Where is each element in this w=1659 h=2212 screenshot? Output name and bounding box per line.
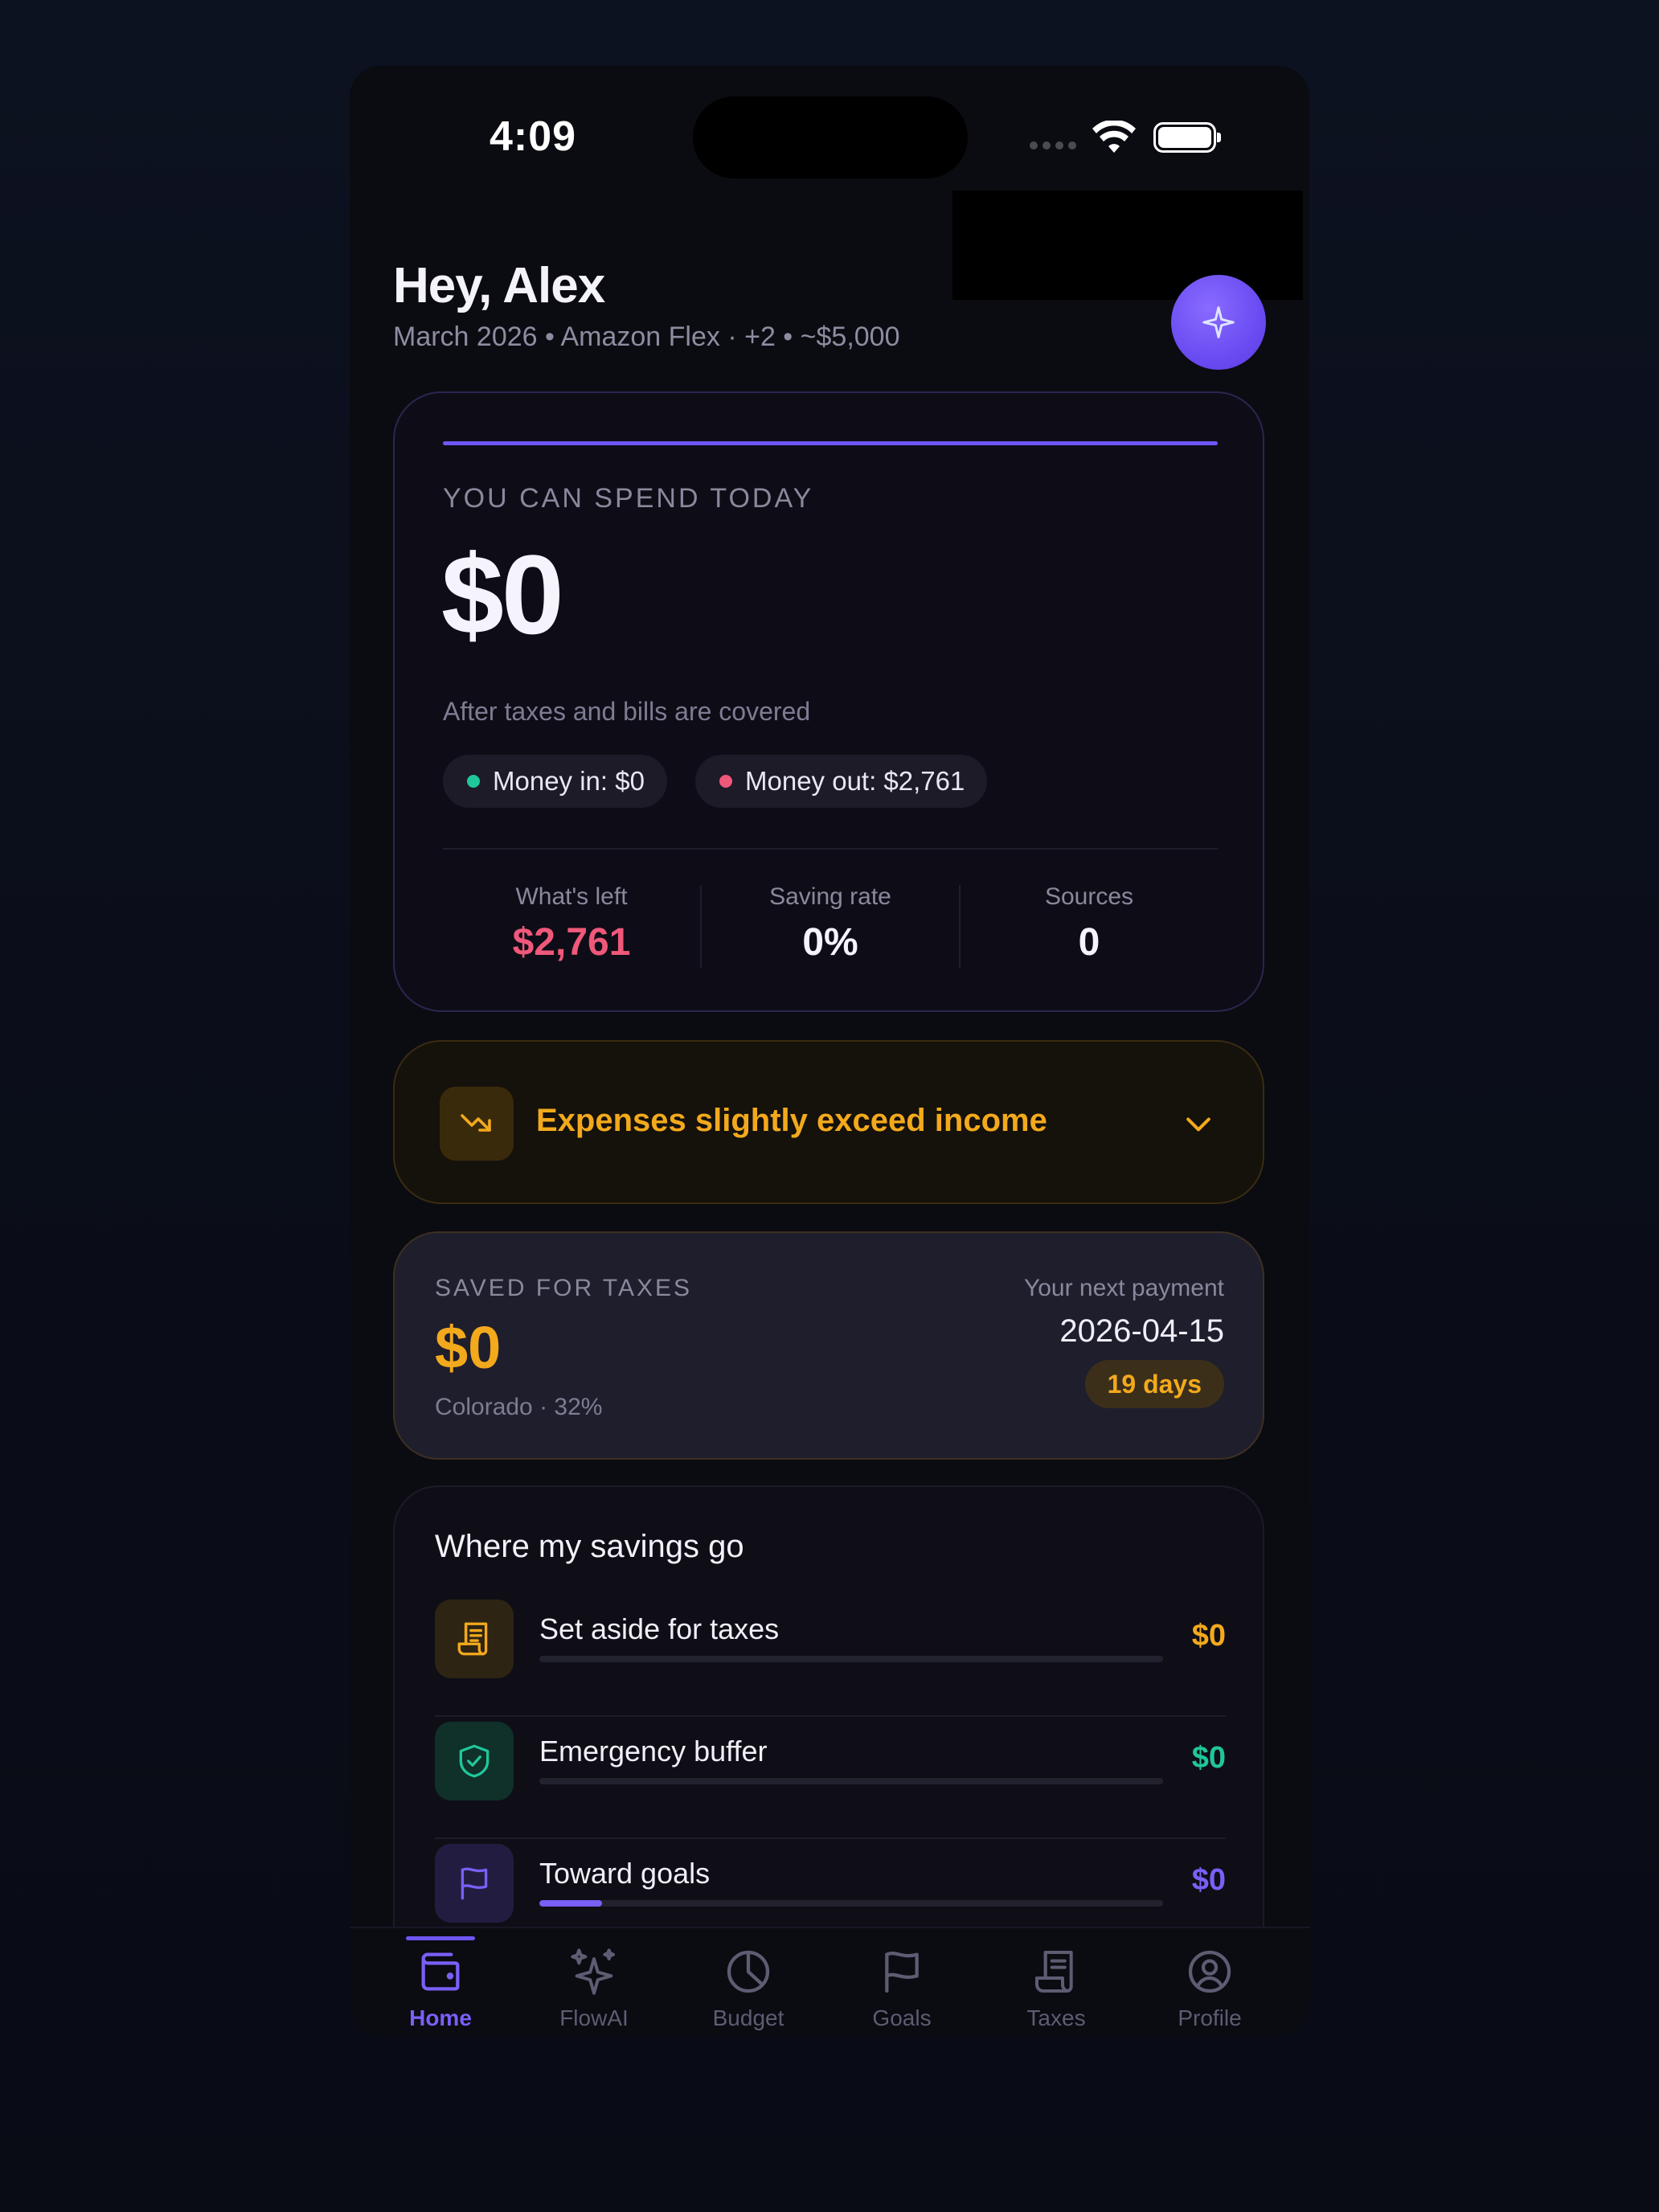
stat-value: $2,761 bbox=[512, 921, 631, 964]
user-circle-icon bbox=[1153, 1943, 1266, 2001]
money-out-label: Money out: $2,761 bbox=[745, 766, 965, 796]
phone-screen: 4:09 Hey, Alex March 2026 • Amazon Flex … bbox=[350, 66, 1309, 2035]
tax-label: SAVED FOR TAXES bbox=[435, 1275, 693, 1301]
sparkles-icon bbox=[538, 1943, 650, 2001]
status-time: 4:09 bbox=[490, 113, 577, 160]
tab-profile[interactable]: Profile bbox=[1153, 1943, 1266, 2031]
spend-divider bbox=[443, 848, 1218, 850]
redacted-area bbox=[952, 190, 1303, 300]
spend-amount: $0 bbox=[441, 531, 564, 657]
cellular-signal-icon bbox=[1030, 141, 1076, 150]
active-tab-indicator bbox=[406, 1936, 475, 1940]
tab-goals[interactable]: Goals bbox=[846, 1943, 958, 2031]
savings-item-name: Toward goals bbox=[539, 1857, 711, 1890]
flag-icon bbox=[435, 1844, 514, 1923]
flag-icon bbox=[846, 1943, 958, 2001]
stat-whats-left: What's left $2,761 bbox=[443, 883, 700, 965]
receipt-icon bbox=[1000, 1943, 1112, 2001]
savings-progress-track bbox=[539, 1656, 1163, 1662]
stat-value: 0% bbox=[802, 921, 858, 964]
money-in-dot bbox=[467, 775, 480, 788]
money-out-chip[interactable]: Money out: $2,761 bbox=[695, 755, 988, 808]
savings-progress-track bbox=[539, 1778, 1163, 1784]
dynamic-island bbox=[693, 96, 968, 178]
battery-icon bbox=[1153, 122, 1221, 153]
stat-label: Saving rate bbox=[769, 883, 891, 910]
tab-flowai[interactable]: FlowAI bbox=[538, 1943, 650, 2031]
savings-progress-fill bbox=[539, 1900, 602, 1907]
savings-item-value: $0 bbox=[1191, 1863, 1226, 1897]
savings-item-value: $0 bbox=[1191, 1619, 1226, 1653]
next-payment-label: Your next payment bbox=[1023, 1275, 1224, 1301]
tab-label: FlowAI bbox=[559, 2005, 629, 2030]
receipt-icon bbox=[435, 1600, 514, 1678]
next-payment-date: 2026-04-15 bbox=[1059, 1313, 1224, 1349]
spend-note: After taxes and bills are covered bbox=[443, 697, 811, 726]
taxes-card[interactable]: SAVED FOR TAXES $0 Colorado · 32% Your n… bbox=[393, 1231, 1264, 1460]
spend-today-card: YOU CAN SPEND TODAY $0 After taxes and b… bbox=[393, 391, 1264, 1012]
tab-budget[interactable]: Budget bbox=[692, 1943, 805, 2031]
row-divider bbox=[435, 1715, 1226, 1717]
stat-label: What's left bbox=[515, 883, 628, 910]
tab-label: Taxes bbox=[1026, 2005, 1086, 2030]
savings-progress-track bbox=[539, 1900, 1163, 1907]
spend-label: YOU CAN SPEND TODAY bbox=[443, 483, 814, 514]
money-in-chip[interactable]: Money in: $0 bbox=[443, 755, 667, 808]
savings-item-value: $0 bbox=[1191, 1741, 1226, 1775]
savings-row-goals[interactable]: Toward goals $0 bbox=[435, 1844, 1226, 1924]
chevron-down-icon[interactable] bbox=[1181, 1106, 1216, 1145]
savings-item-name: Set aside for taxes bbox=[539, 1612, 780, 1645]
trend-down-icon bbox=[440, 1087, 514, 1161]
row-divider bbox=[435, 1837, 1226, 1839]
spend-accent-line bbox=[443, 441, 1218, 445]
wallet-icon bbox=[384, 1943, 497, 2001]
savings-row-taxes[interactable]: Set aside for taxes $0 bbox=[435, 1600, 1226, 1680]
tab-label: Profile bbox=[1178, 2005, 1242, 2030]
stat-value: 0 bbox=[1078, 921, 1100, 964]
tab-label: Goals bbox=[872, 2005, 932, 2030]
tab-label: Budget bbox=[712, 2005, 784, 2030]
ai-assistant-button[interactable] bbox=[1171, 275, 1266, 370]
days-remaining-badge: 19 days bbox=[1084, 1360, 1224, 1408]
stat-saving-rate: Saving rate 0% bbox=[702, 883, 959, 965]
shield-check-icon bbox=[435, 1722, 514, 1800]
savings-row-emergency[interactable]: Emergency buffer $0 bbox=[435, 1722, 1226, 1802]
tab-taxes[interactable]: Taxes bbox=[1000, 1943, 1112, 2031]
money-out-dot bbox=[719, 775, 732, 788]
stat-label: Sources bbox=[1044, 883, 1134, 910]
tax-amount: $0 bbox=[435, 1314, 502, 1381]
greeting-title: Hey, Alex bbox=[393, 258, 605, 313]
bottom-tab-bar: Home FlowAI Budget Goals Taxes Profile bbox=[350, 1927, 1309, 2035]
tab-label: Home bbox=[409, 2005, 472, 2030]
tab-home[interactable]: Home bbox=[384, 1936, 497, 2031]
savings-item-name: Emergency buffer bbox=[539, 1735, 768, 1768]
money-in-label: Money in: $0 bbox=[493, 766, 645, 796]
wifi-icon bbox=[1091, 119, 1137, 160]
alert-text: Expenses slightly exceed income bbox=[536, 1103, 1047, 1138]
sparkle-icon bbox=[1202, 306, 1235, 338]
expense-alert-card[interactable]: Expenses slightly exceed income bbox=[393, 1040, 1264, 1204]
greeting-subtitle: March 2026 • Amazon Flex · +2 • ~$5,000 bbox=[393, 322, 900, 352]
stat-sources: Sources 0 bbox=[961, 883, 1218, 965]
savings-title: Where my savings go bbox=[435, 1529, 744, 1564]
pie-chart-icon bbox=[692, 1943, 805, 2001]
tax-state-rate: Colorado · 32% bbox=[435, 1394, 603, 1420]
